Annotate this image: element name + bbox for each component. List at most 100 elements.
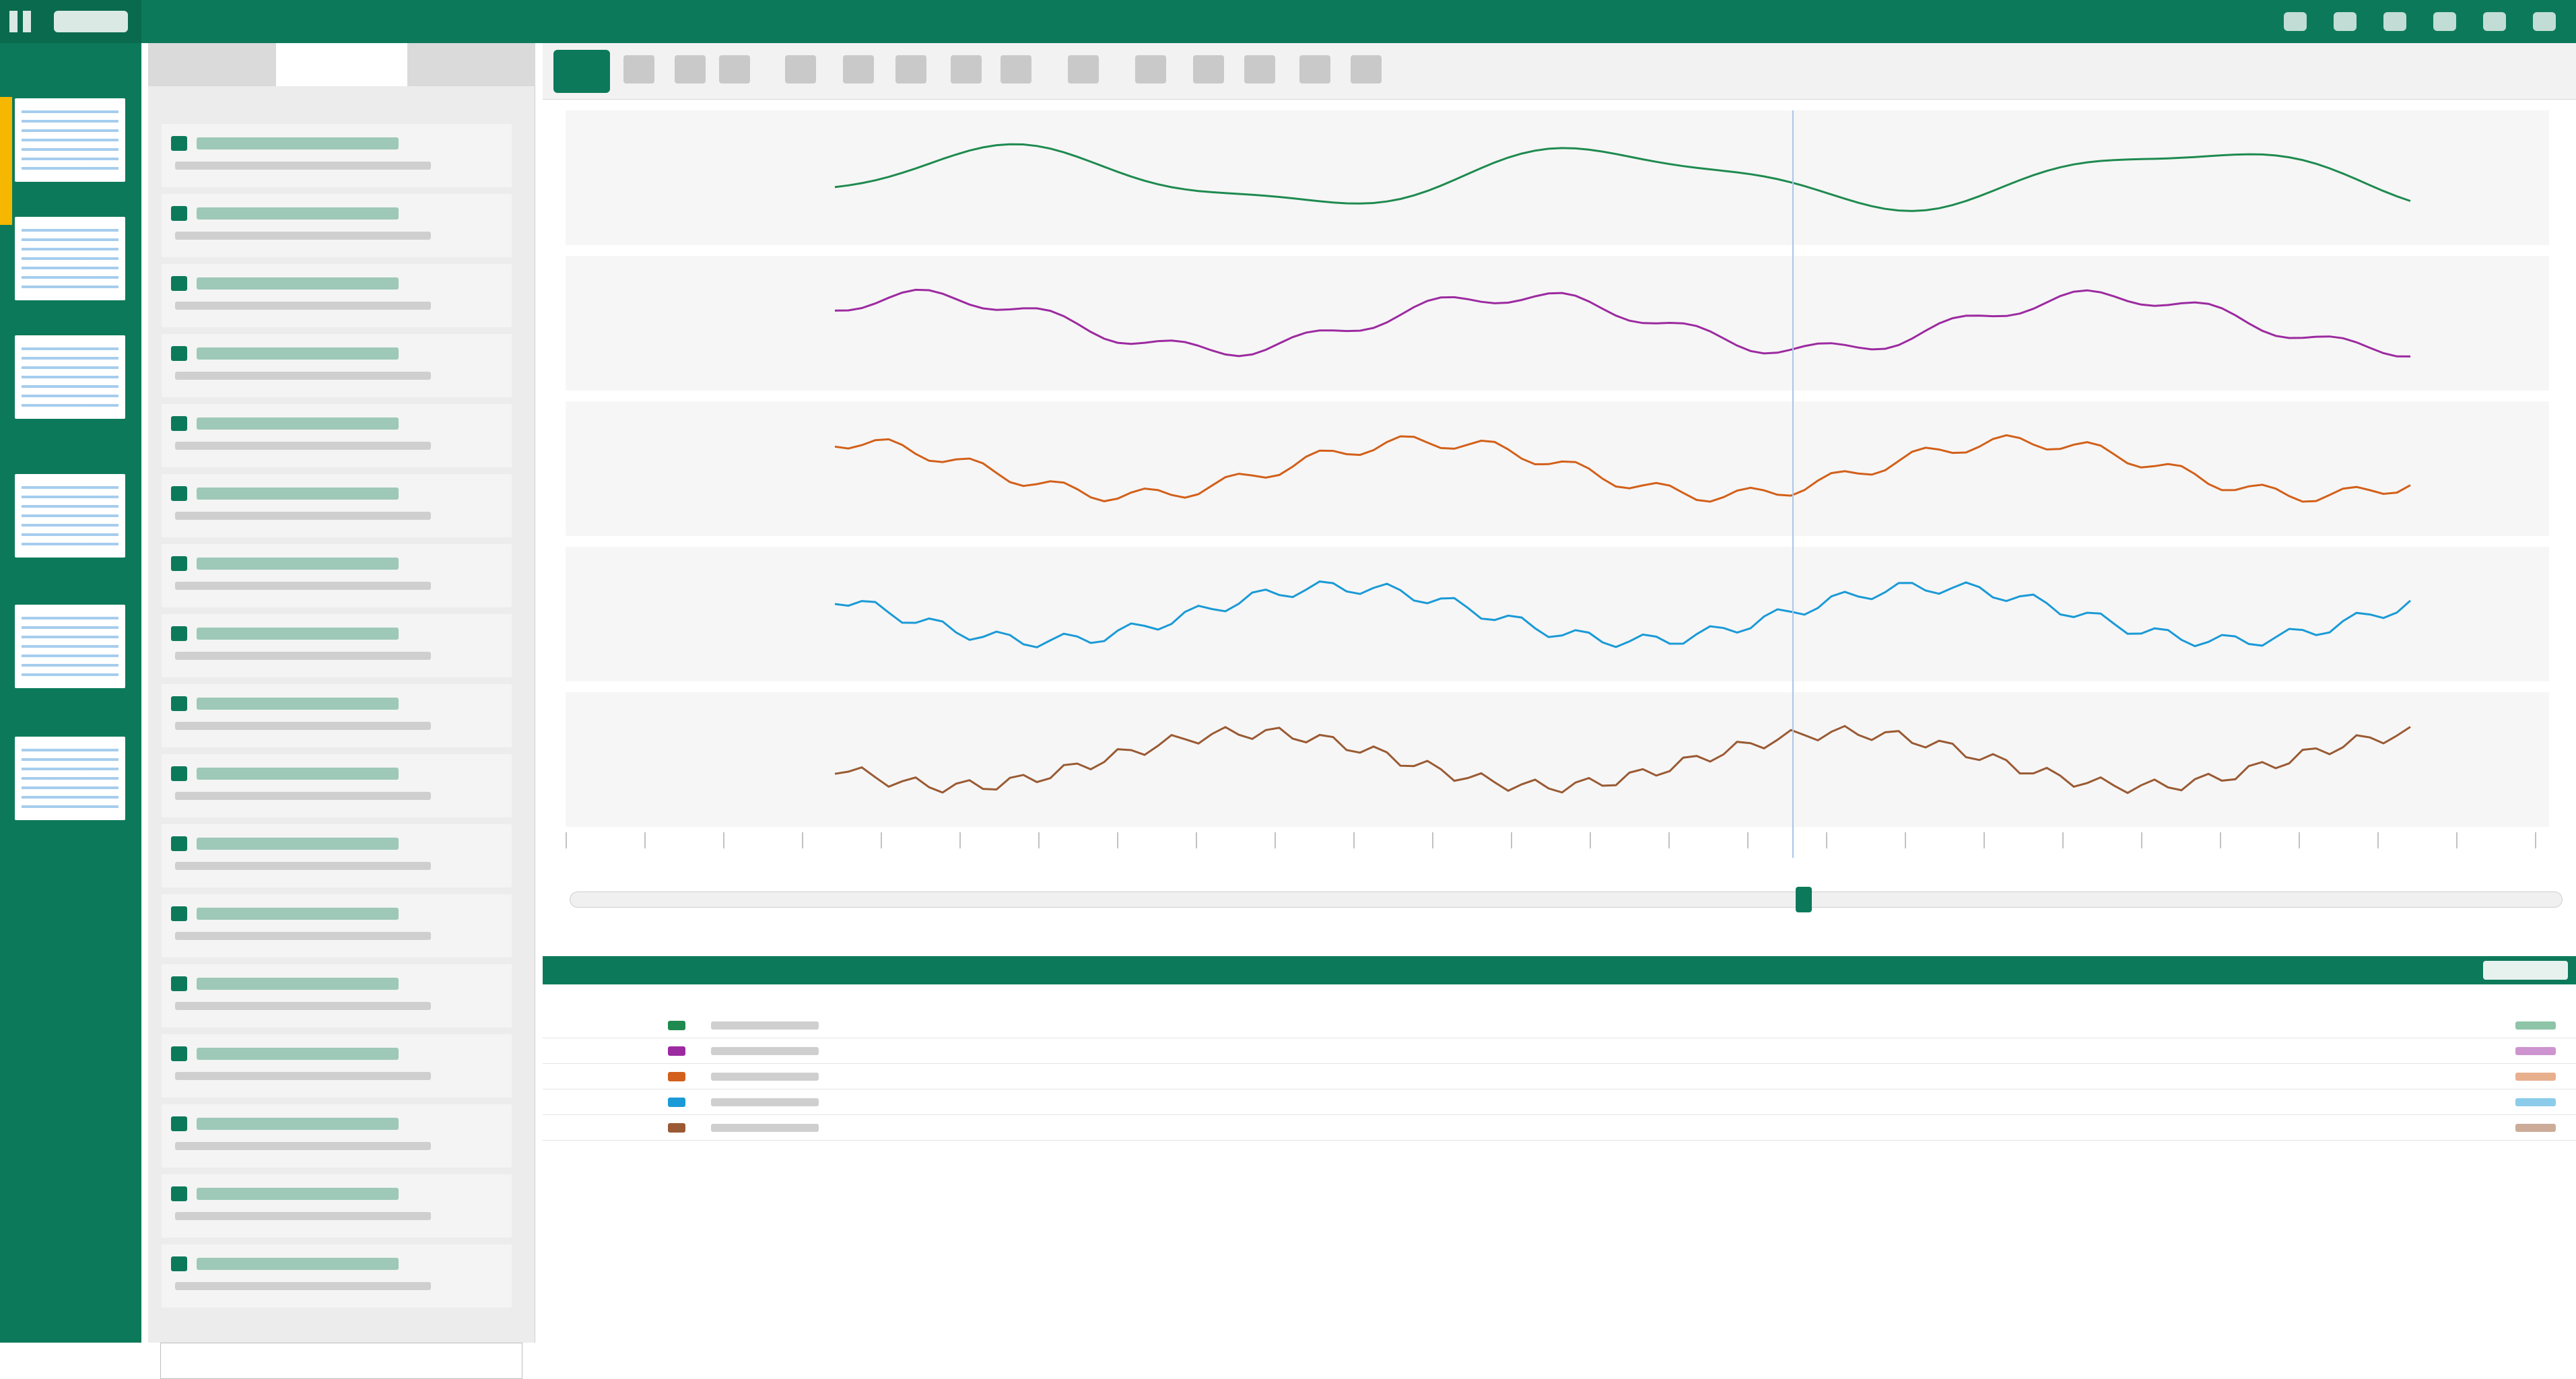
tool-card[interactable] [162,334,512,397]
link-icon[interactable] [2483,12,2506,31]
signal-value-placeholder [2515,1021,2556,1030]
signal-icon [668,1072,685,1081]
tool-description-placeholder [175,1002,431,1010]
tool-title-placeholder [197,1258,399,1270]
worksheet-thumbnail[interactable] [15,335,125,419]
tool-icon [171,906,187,921]
worksheet-thumbnail[interactable] [15,474,125,558]
tool-card[interactable] [162,824,512,887]
toolbar-button[interactable] [1299,55,1330,83]
signal-line[interactable] [834,288,2411,358]
time-cursor[interactable] [1792,110,1794,858]
apps-grid-icon[interactable] [9,11,31,32]
redo-icon[interactable] [2334,12,2357,31]
toolbar-button[interactable] [843,55,874,83]
tool-description-placeholder [175,862,431,870]
signal-value-placeholder [2515,1073,2556,1081]
trend-area [543,43,2576,1343]
table-row[interactable] [543,1089,2576,1115]
tool-card[interactable] [162,614,512,677]
tool-card[interactable] [162,754,512,817]
tool-description-placeholder [175,442,431,450]
tool-card[interactable] [162,124,512,187]
toolbar-button[interactable] [623,55,654,83]
tool-card[interactable] [162,1034,512,1098]
signal-name-placeholder [711,1047,819,1055]
signal-name-placeholder [711,1073,819,1081]
signal-line[interactable] [834,725,2411,795]
active-tab[interactable] [276,43,407,86]
tool-description-placeholder [175,1282,431,1290]
worksheet-thumbnail[interactable] [15,217,125,300]
logo-area [0,0,141,43]
toolbar-button[interactable] [895,55,926,83]
time-axis [566,832,2549,848]
tool-card[interactable] [162,1104,512,1168]
tool-card[interactable] [162,894,512,957]
lane-plot [834,434,2411,503]
toolbar-button[interactable] [1001,55,1031,83]
tool-title-placeholder [197,487,399,500]
tool-select[interactable] [160,1343,522,1379]
trend-lane[interactable] [566,401,2549,536]
trend-lane[interactable] [566,256,2549,391]
tool-card[interactable] [162,1174,512,1238]
table-row[interactable] [543,1013,2576,1038]
undo-icon[interactable] [2284,12,2307,31]
share-icon[interactable] [2383,12,2406,31]
tool-icon [171,1046,187,1061]
toolbar-button[interactable] [1244,55,1275,83]
tool-title-placeholder [197,347,399,360]
worksheet-thumbnail[interactable] [15,737,125,820]
tool-icon [171,136,187,151]
tool-description-placeholder [175,582,431,590]
tool-title-placeholder [197,207,399,220]
toolbar-button[interactable] [1068,55,1099,83]
tool-title-placeholder [197,838,399,850]
tool-card[interactable] [162,194,512,257]
user-avatar-icon[interactable] [2533,12,2556,31]
tool-title-placeholder [197,558,399,570]
timeline-navigator[interactable] [570,887,2563,912]
trend-lane[interactable] [566,110,2549,245]
signal-line[interactable] [834,580,2411,648]
table-row[interactable] [543,1115,2576,1141]
navigator-handle[interactable] [1796,887,1812,912]
trend-lane[interactable] [566,692,2549,827]
trend-lanes [566,110,2549,831]
tool-card[interactable] [162,964,512,1028]
table-row[interactable] [543,1064,2576,1089]
tool-icon [171,1186,187,1201]
signal-line[interactable] [834,143,2411,212]
trend-lane[interactable] [566,547,2549,681]
tool-card[interactable] [162,544,512,607]
toolbar-button[interactable] [1193,55,1224,83]
customize-button[interactable] [2483,961,2568,980]
seeq-logo[interactable] [54,11,128,32]
signal-value-placeholder [2515,1047,2556,1055]
table-row[interactable] [543,1038,2576,1064]
view-selector-button[interactable] [553,50,610,93]
tool-card[interactable] [162,1244,512,1308]
lane-plot [834,580,2411,648]
tool-card[interactable] [162,264,512,327]
toolbar-button[interactable] [785,55,816,83]
signal-name-placeholder [711,1124,819,1132]
users-icon[interactable] [2433,12,2456,31]
signal-icon [668,1046,685,1056]
toolbar-button[interactable] [1351,55,1382,83]
lane-plot [834,725,2411,795]
tool-card[interactable] [162,474,512,537]
worksheet-thumbnail[interactable] [15,605,125,688]
toolbar-button[interactable] [719,55,750,83]
tool-description-placeholder [175,512,431,520]
signal-line[interactable] [834,434,2411,503]
toolbar-button[interactable] [675,55,706,83]
toolbar-button[interactable] [1135,55,1166,83]
worksheet-thumbnail[interactable] [15,98,125,182]
tool-card[interactable] [162,684,512,747]
toolbar-button[interactable] [951,55,982,83]
signal-value-placeholder [2515,1124,2556,1132]
signal-name-placeholder [711,1021,819,1030]
tool-card[interactable] [162,404,512,467]
